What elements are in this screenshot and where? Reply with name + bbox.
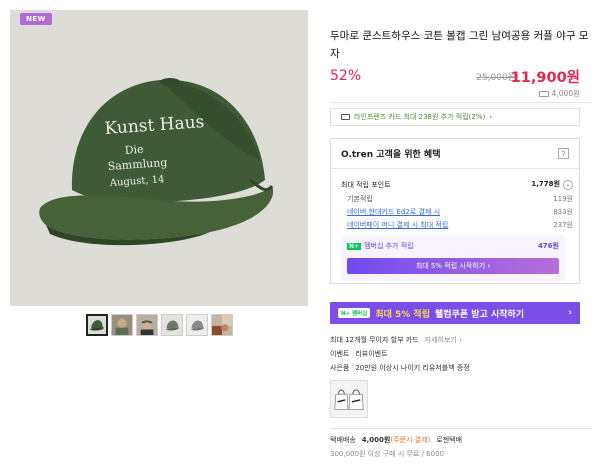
chevron-right-icon: › [568,308,572,318]
credit-card-icon [341,114,350,120]
benefit-title: O.tren 고객을 위한 혜택 [341,150,441,160]
card-benefit-banner[interactable]: 라인프렌즈 카드 최대 238원 추가 적립(2%) › [330,108,580,126]
card-benefit-text: 라인프렌즈 카드 최대 238원 추가 적립(2%) [354,113,486,121]
promo-text: 웰컴쿠폰 받고 시작하기 [434,309,525,320]
installment-row: 최대 12개월 무이자 할부 카드 자세히보기 › [330,335,462,345]
delivery-row: 택배배송 4,000원(주문시 결제) 로젠택배 [330,435,462,445]
max-points-label: 최대 적립 포인트 [341,180,391,189]
cap-illustration: Kunst Haus Die Sammlung August, 14 [10,10,308,306]
points-row-label[interactable]: 네이버페이 머니 결제 시 최대 적립 [341,220,448,230]
benefit-panel: O.tren 고객을 위한 혜택 ? 최대 적립 포인트 1,778원 ⌄ 기본적… [330,138,580,284]
membership-label: 멤버십 추가 적립 [364,242,414,250]
event-value: 리뷰이벤트 [355,350,388,358]
event-label: 이벤트 [330,350,350,358]
points-row-value: 119원 [553,195,573,203]
points-row[interactable]: 네이버 현대카드 Ed2로 결제 시 833원 [341,207,573,217]
thumbnail-strip [86,314,233,336]
max-points-value: 1,778원 [531,180,560,188]
help-icon[interactable]: ? [558,148,569,159]
membership-value: 476원 [537,242,559,250]
thumbnail[interactable] [111,314,133,336]
membership-box: N+ 멤버십 추가 적립 476원 최대 5% 적립 시작하기 › [341,235,565,281]
delivery-fee-note: (주문시 결제) [390,436,431,444]
new-badge: NEW [20,13,52,25]
shipping-fee: 4,000원 [538,88,580,99]
points-row-value: 237원 [553,221,573,229]
product-title: 두마로 쿤스트하우스 코튼 볼캡 그린 남여공용 커플 야구 모자 [330,30,589,60]
points-row[interactable]: 네이버페이 머니 결제 시 최대 적립 237원 [341,220,573,230]
membership-row: N+ 멤버십 추가 적립 476원 [347,241,559,251]
naver-plus-icon: N+ [347,243,362,250]
thumbnail[interactable] [86,314,108,336]
divider [330,102,592,103]
points-row-label: 기본적립 [347,195,373,203]
membership-promo-banner[interactable]: N+ 멤버십 최대 5% 적립 웰컴쿠폰 받고 시작하기 › [330,302,580,324]
installment-text: 최대 12개월 무이자 할부 카드 [330,336,419,344]
cap-text-line-2: Die [124,143,144,157]
thumbnail[interactable] [161,314,183,336]
product-image[interactable]: Kunst Haus Die Sammlung August, 14 NEW [10,10,308,306]
chevron-down-icon[interactable]: ⌄ [563,180,573,190]
thumbnail[interactable] [186,314,208,336]
divider [330,428,592,429]
points-row-value: 833원 [553,208,573,216]
thumbnail[interactable] [211,314,233,336]
gift-row: 사은품 20만원 이상시 나이키 리유저블백 증정 [330,363,470,373]
benefit-header: O.tren 고객을 위한 혜택 ? [331,139,579,169]
delivery-condition: 300,000원 이상 구매 시 무료 / 6000 [330,450,444,458]
delivery-carrier: 로젠택배 [436,436,463,444]
promo-highlight: 최대 5% 적립 [375,309,430,320]
points-row: 기본적립 119원 [341,194,573,204]
installment-details-link[interactable]: 자세히보기 › [425,335,462,345]
sale-price: 11,900원 [510,70,580,86]
shipping-fee-value: 4,000원 [551,89,580,98]
chevron-right-icon: › [489,113,493,121]
membership-start-button[interactable]: 최대 5% 적립 시작하기 › [347,258,559,274]
gift-value: 20만원 이상시 나이키 리유저블백 증정 [355,364,470,372]
thumbnail[interactable] [136,314,158,336]
points-row-label[interactable]: 네이버 현대카드 Ed2로 결제 시 [341,207,440,217]
truck-icon [538,90,549,97]
delivery-fee: 4,000원 [361,436,391,444]
discount-rate: 52% [330,68,362,84]
event-row: 이벤트 리뷰이벤트 [330,349,388,359]
max-points-row: 최대 적립 포인트 1,778원 ⌄ [341,179,573,190]
gift-image[interactable] [330,380,368,418]
gift-label: 사은품 [330,364,350,372]
delivery-label: 택배배송 [330,436,356,444]
membership-tag: N+ 멤버십 [338,308,371,318]
